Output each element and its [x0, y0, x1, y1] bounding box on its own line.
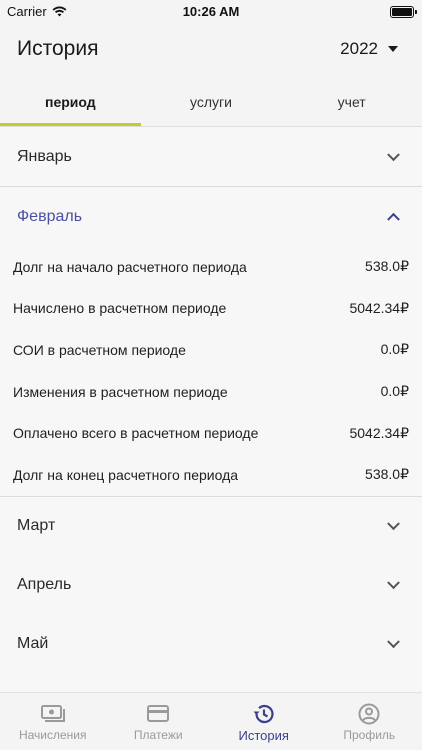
- month-label: Апрель: [17, 576, 72, 594]
- tab-services[interactable]: услуги: [141, 84, 282, 126]
- detail-label: Оплачено всего в расчетном периоде: [13, 425, 259, 442]
- detail-row: Начислено в расчетном периоде 5042.34₽: [13, 288, 409, 330]
- detail-value: 0.0₽: [380, 341, 409, 358]
- detail-value: 5042.34₽: [349, 299, 409, 316]
- detail-label: Начислено в расчетном периоде: [13, 300, 227, 317]
- detail-row: Оплачено всего в расчетном периоде 5042.…: [13, 412, 409, 454]
- nav-profile[interactable]: Профиль: [317, 693, 422, 750]
- month-label: Май: [17, 635, 49, 653]
- nav-history[interactable]: История: [211, 693, 317, 750]
- month-april[interactable]: Апрель: [0, 556, 422, 615]
- chevron-up-icon: [387, 212, 400, 226]
- detail-value: 538.0₽: [365, 466, 409, 483]
- detail-row: СОИ в расчетном периоде 0.0₽: [13, 329, 409, 371]
- month-label: Февраль: [17, 207, 83, 225]
- nav-label: Платежи: [133, 728, 183, 742]
- detail-label: Долг на начало расчетного периода: [13, 258, 247, 275]
- tab-period[interactable]: период: [0, 84, 141, 126]
- detail-value: 5042.34₽: [349, 424, 409, 441]
- nav-label: Начисления: [18, 728, 87, 742]
- bottom-nav: Начисления Платежи История Профиль: [0, 692, 422, 750]
- nav-label: История: [238, 728, 289, 743]
- detail-row: Долг на конец расчетного периода 538.0₽: [13, 454, 409, 496]
- chevron-down-icon: [387, 517, 400, 531]
- header: История 2022 период услуги учет: [0, 24, 422, 126]
- chevron-down-icon: [387, 147, 400, 161]
- history-icon: [253, 704, 274, 724]
- status-time: 10:26 AM: [182, 4, 240, 19]
- status-bar: Carrier 10:26 AM: [0, 0, 422, 24]
- month-february[interactable]: Февраль: [0, 187, 422, 246]
- card-icon: [147, 705, 170, 722]
- detail-value: 538.0₽: [365, 258, 409, 275]
- caret-down-icon: [388, 46, 398, 52]
- nav-label: Профиль: [343, 728, 396, 742]
- february-details: Долг на начало расчетного периода 538.0₽…: [0, 246, 422, 496]
- detail-value: 0.0₽: [380, 383, 409, 400]
- page-title: История: [17, 37, 99, 60]
- month-january[interactable]: Январь: [0, 127, 422, 186]
- nav-charges[interactable]: Начисления: [0, 693, 106, 750]
- detail-label: Изменения в расчетном периоде: [13, 383, 228, 400]
- month-list: Январь Февраль Долг на начало расчетного…: [0, 126, 422, 692]
- month-may[interactable]: Май: [0, 615, 422, 674]
- month-march[interactable]: Март: [0, 497, 422, 556]
- detail-label: СОИ в расчетном периоде: [13, 341, 186, 358]
- year-select[interactable]: 2022: [340, 39, 398, 59]
- month-label: Январь: [17, 147, 72, 165]
- detail-label: Долг на конец расчетного периода: [13, 466, 239, 483]
- detail-row: Долг на начало расчетного периода 538.0₽: [13, 246, 409, 288]
- nav-payments[interactable]: Платежи: [106, 693, 212, 750]
- battery-icon: [390, 6, 417, 18]
- month-label: Март: [17, 517, 56, 535]
- chevron-down-icon: [387, 635, 400, 649]
- year-value: 2022: [340, 39, 378, 58]
- tabs: период услуги учет: [0, 84, 422, 126]
- detail-row: Изменения в расчетном периоде 0.0₽: [13, 371, 409, 413]
- money-icon: [40, 705, 65, 722]
- profile-icon: [358, 703, 380, 725]
- chevron-down-icon: [387, 576, 400, 590]
- tab-metering[interactable]: учет: [281, 84, 422, 126]
